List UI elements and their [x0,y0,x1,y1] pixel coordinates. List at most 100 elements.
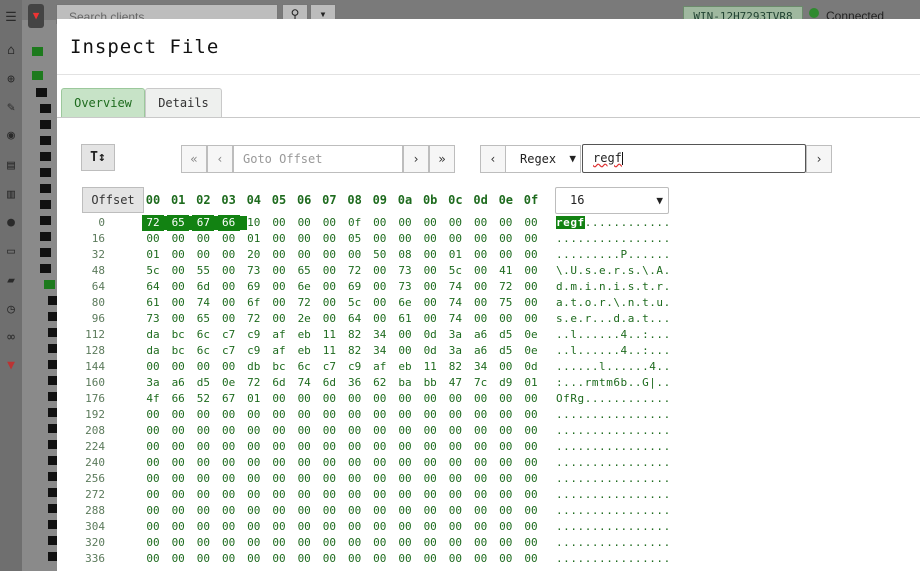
hex-byte[interactable]: 00 [318,391,340,407]
hex-byte[interactable]: 5c [444,263,466,279]
hex-byte[interactable]: d5 [495,343,517,359]
hex-byte[interactable]: 55 [192,263,214,279]
hex-byte[interactable]: 08 [394,247,416,263]
hex-byte[interactable]: 00 [268,247,290,263]
hex-byte[interactable]: 00 [192,455,214,471]
hex-byte[interactable]: 00 [167,279,189,295]
hex-byte[interactable]: 00 [419,503,441,519]
hex-byte[interactable]: 00 [318,535,340,551]
hex-byte[interactable]: 00 [167,471,189,487]
hex-byte[interactable]: 00 [218,471,240,487]
hex-byte[interactable]: 00 [369,439,391,455]
hex-byte[interactable]: 00 [394,455,416,471]
hex-byte[interactable]: 00 [495,551,517,567]
hex-byte[interactable]: 3a [444,343,466,359]
hex-byte[interactable]: 00 [243,551,265,567]
hex-byte[interactable]: 00 [318,295,340,311]
hex-byte[interactable]: 00 [369,423,391,439]
hex-byte[interactable]: 00 [520,471,542,487]
hex-byte[interactable]: 00 [192,471,214,487]
tab-overview[interactable]: Overview [61,88,145,117]
hex-byte[interactable]: 00 [394,423,416,439]
hex-byte[interactable]: 00 [520,247,542,263]
hex-byte[interactable]: 00 [293,455,315,471]
hex-byte[interactable]: 00 [369,519,391,535]
hex-byte[interactable]: 00 [293,471,315,487]
folder-open-icon[interactable]: ▰ [3,273,19,289]
hex-byte[interactable]: 00 [192,503,214,519]
hex-byte[interactable]: 00 [419,519,441,535]
next-page-button[interactable]: › [403,145,429,173]
folder-icon[interactable] [40,248,51,257]
hex-byte[interactable]: 50 [369,247,391,263]
hex-byte[interactable]: 00 [243,455,265,471]
hex-byte[interactable]: 66 [167,391,189,407]
hex-byte[interactable]: 00 [520,423,542,439]
hex-byte[interactable]: 00 [394,471,416,487]
hex-byte[interactable]: 00 [394,407,416,423]
hex-byte[interactable]: 00 [218,487,240,503]
hex-byte[interactable]: 00 [470,535,492,551]
hex-byte[interactable]: 00 [268,407,290,423]
hex-byte[interactable]: 00 [419,263,441,279]
hex-byte[interactable]: 00 [218,407,240,423]
hex-byte[interactable]: 00 [369,535,391,551]
hex-byte[interactable]: 00 [192,439,214,455]
binoculars-icon[interactable]: ∞ [3,330,19,346]
hex-byte[interactable]: 00 [268,503,290,519]
hex-byte[interactable]: 00 [167,423,189,439]
hex-byte[interactable]: 00 [394,551,416,567]
folder-icon[interactable] [40,232,51,241]
hex-byte[interactable]: 01 [142,247,164,263]
hex-byte[interactable]: 00 [218,247,240,263]
hex-byte[interactable]: 00 [142,455,164,471]
hex-byte[interactable]: 00 [344,471,366,487]
hex-byte[interactable]: 00 [344,439,366,455]
hex-byte[interactable]: 01 [520,375,542,391]
hamburger-menu-icon[interactable]: ☰ [3,10,19,26]
hex-byte[interactable]: 00 [192,359,214,375]
hex-byte[interactable]: 00 [192,487,214,503]
hex-byte[interactable]: 00 [444,215,466,231]
hex-byte[interactable]: 7c [470,375,492,391]
search-prev-button[interactable]: ‹ [480,145,506,173]
hex-byte[interactable]: 00 [318,519,340,535]
hex-byte[interactable]: 00 [419,471,441,487]
hex-byte[interactable]: af [369,359,391,375]
hex-byte[interactable]: 00 [243,423,265,439]
hex-byte[interactable]: 00 [344,519,366,535]
hex-byte[interactable]: 73 [394,263,416,279]
hex-byte[interactable]: 00 [444,439,466,455]
hex-byte[interactable]: da [142,327,164,343]
hex-byte[interactable]: 00 [369,295,391,311]
hex-byte[interactable]: 00 [318,279,340,295]
hex-byte[interactable]: 6c [192,327,214,343]
hex-byte[interactable]: 01 [243,391,265,407]
hex-byte[interactable]: 00 [394,343,416,359]
tab-details[interactable]: Details [145,88,222,117]
hex-byte[interactable]: 00 [268,423,290,439]
hex-byte[interactable]: bc [167,343,189,359]
hex-byte[interactable]: 66 [217,215,240,231]
hex-byte[interactable]: 73 [243,263,265,279]
hex-byte[interactable]: 72 [142,215,164,231]
hex-byte[interactable]: 00 [470,519,492,535]
hex-byte[interactable]: 00 [419,279,441,295]
hex-byte[interactable]: 00 [318,455,340,471]
folder-icon[interactable] [40,152,51,161]
hex-byte[interactable]: 00 [444,455,466,471]
folder-icon[interactable] [40,264,51,273]
hex-byte[interactable]: 0d [419,327,441,343]
hex-byte[interactable]: 00 [495,407,517,423]
hex-byte[interactable]: 00 [369,391,391,407]
hex-byte[interactable]: 00 [243,503,265,519]
hex-byte[interactable]: d5 [192,375,214,391]
hex-byte[interactable]: 00 [369,263,391,279]
hex-byte[interactable]: 00 [470,263,492,279]
hex-byte[interactable]: d5 [495,327,517,343]
hex-byte[interactable]: 00 [369,279,391,295]
hex-byte[interactable]: 00 [520,407,542,423]
folder-icon[interactable] [40,136,51,145]
hex-byte[interactable]: 00 [520,391,542,407]
hex-byte[interactable]: 20 [243,247,265,263]
